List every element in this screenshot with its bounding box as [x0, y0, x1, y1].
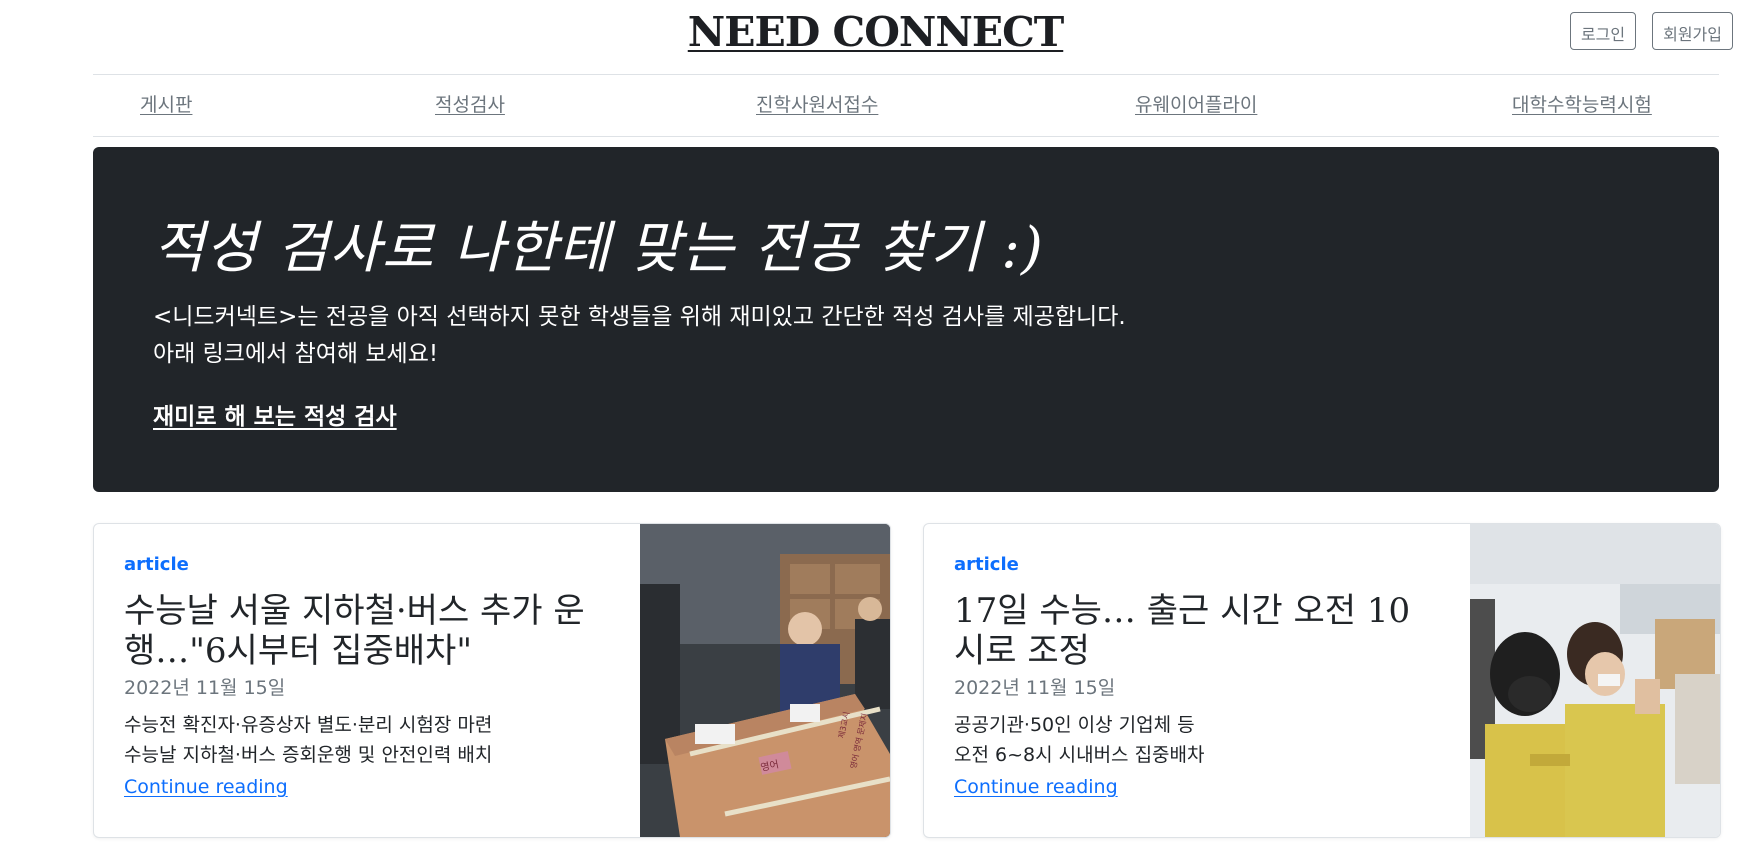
article-category: article [954, 554, 1019, 575]
nav-item-board[interactable]: 게시판 [140, 90, 192, 117]
article-summary: 공공기관·50인 이상 기업체 등 오전 6~8시 시내버스 집중배차 [954, 710, 1434, 770]
article-title: 수능날 서울 지하철·버스 추가 운행…"6시부터 집중배차" [124, 591, 585, 671]
hero-description: <니드커넥트>는 전공을 아직 선택하지 못한 학생들을 위해 재미있고 간단한… [153, 299, 1453, 373]
aptitude-test-link[interactable]: 재미로 해 보는 적성 검사 [153, 397, 397, 431]
brand-logo-link[interactable]: NEED CONNECT [688, 8, 1064, 56]
header-divider [93, 74, 1719, 75]
article-card-body: article 17일 수능… 출근 시간 오전 10시로 조정 2022년 1… [954, 554, 1434, 798]
article-category: article [124, 554, 189, 575]
article-card-1: article 수능날 서울 지하철·버스 추가 운행…"6시부터 집중배차" … [93, 523, 891, 838]
article-date: 2022년 11월 15일 [124, 677, 286, 699]
article-summary-line-1: 공공기관·50인 이상 기업체 등 [954, 714, 1195, 736]
article-date: 2022년 11월 15일 [954, 677, 1116, 699]
article-card-2: article 17일 수능… 출근 시간 오전 10시로 조정 2022년 1… [923, 523, 1721, 838]
hero-title: 적성 검사로 나한테 맞는 전공 찾기 :) [153, 216, 1044, 281]
auth-buttons: 로그인 회원가입 [1569, 12, 1733, 50]
nav-item-uway-apply[interactable]: 유웨이어플라이 [1135, 90, 1257, 117]
site-header: NEED CONNECT [0, 8, 1751, 56]
article-title: 17일 수능… 출근 시간 오전 10시로 조정 [954, 591, 1411, 671]
page: NEED CONNECT 로그인 회원가입 게시판 적성검사 진학사원서접수 유… [0, 0, 1751, 864]
article-summary-line-1: 수능전 확진자·유증상자 별도·분리 시험장 마련 [124, 714, 493, 736]
hero-description-line-1: <니드커넥트>는 전공을 아직 선택하지 못한 학생들을 위해 재미있고 간단한… [153, 304, 1126, 330]
main-nav: 게시판 적성검사 진학사원서접수 유웨이어플라이 대학수학능력시험 [93, 90, 1719, 122]
continue-reading-link[interactable]: Continue reading [954, 776, 1118, 798]
continue-reading-link[interactable]: Continue reading [124, 776, 288, 798]
hero-description-line-2: 아래 링크에서 참여해 보세요! [153, 341, 439, 367]
article-summary-line-2: 수능날 지하철·버스 증회운행 및 안전인력 배치 [124, 744, 493, 766]
nav-divider [93, 136, 1719, 137]
nav-item-jinhak-apply[interactable]: 진학사원서접수 [756, 90, 878, 117]
nav-item-suneung[interactable]: 대학수학능력시험 [1512, 90, 1652, 117]
article-card-body: article 수능날 서울 지하철·버스 추가 운행…"6시부터 집중배차" … [124, 554, 604, 798]
article-thumbnail-classroom[interactable] [1470, 524, 1720, 837]
article-summary-line-2: 오전 6~8시 시내버스 집중배차 [954, 744, 1205, 766]
article-thumbnail-exam-boxes[interactable]: 영어 제3교시 영어 영역 문제지 [640, 524, 890, 837]
signup-button[interactable]: 회원가입 [1652, 12, 1733, 50]
login-button[interactable]: 로그인 [1569, 12, 1637, 50]
nav-item-aptitude-test[interactable]: 적성검사 [435, 90, 505, 117]
hero-banner: 적성 검사로 나한테 맞는 전공 찾기 :) <니드커넥트>는 전공을 아직 선… [93, 147, 1719, 492]
article-summary: 수능전 확진자·유증상자 별도·분리 시험장 마련 수능날 지하철·버스 증회운… [124, 710, 604, 770]
